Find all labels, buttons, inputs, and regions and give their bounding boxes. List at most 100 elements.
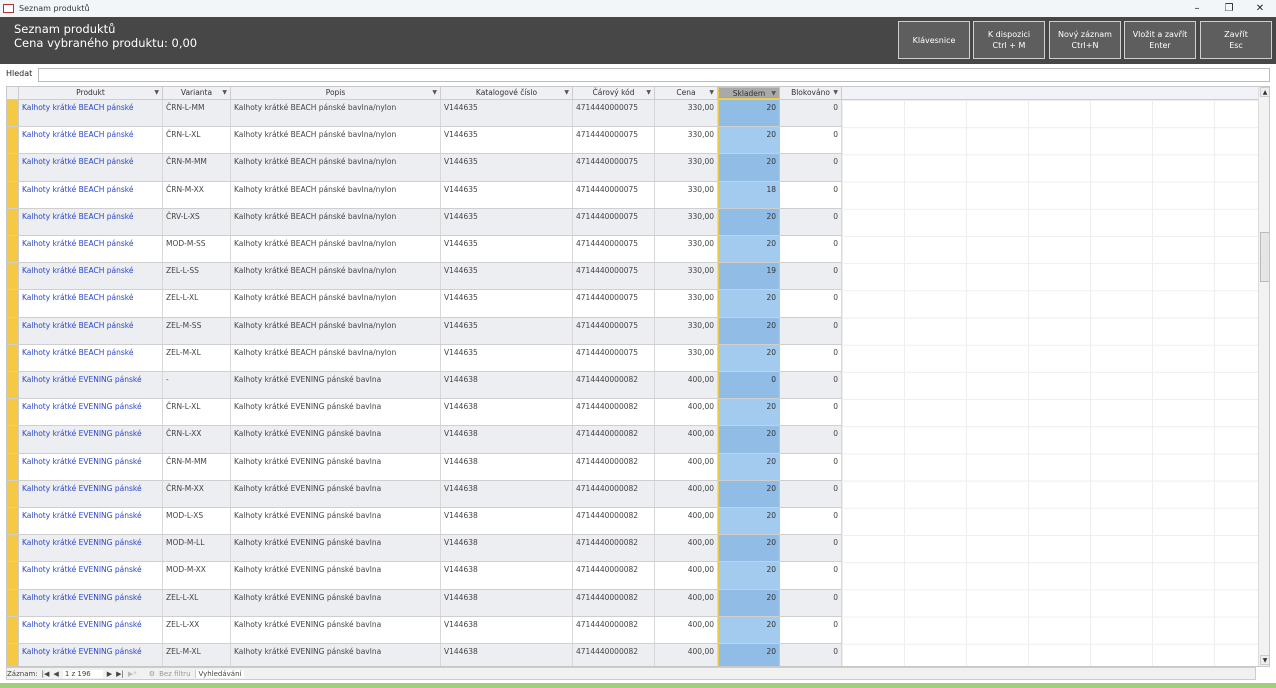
cell-produkt[interactable]: Kalhoty krátké BEACH pánské [19,344,163,371]
next-record-icon[interactable]: ▶ [107,670,112,678]
select-all[interactable] [7,87,19,99]
cell-skladem[interactable]: 18 [718,181,780,208]
cell-carovy-kod[interactable]: 4714440000075 [573,127,655,154]
table-row[interactable]: Kalhoty krátké EVENING pánské ČRN-M-MM Kal… [7,453,842,481]
cell-skladem[interactable]: 20 [718,453,780,480]
cell-cena[interactable]: 330,00 [655,154,718,181]
cell-produkt[interactable]: Kalhoty krátké BEACH pánské [19,263,163,290]
cell-produkt[interactable]: Kalhoty krátké EVENING pánské [19,535,163,562]
cell-carovy-kod[interactable]: 4714440000082 [573,616,655,643]
restore-icon[interactable]: ❐ [1214,0,1244,17]
cell-cena[interactable]: 330,00 [655,127,718,154]
cell-carovy-kod[interactable]: 4714440000075 [573,317,655,344]
cell-cena[interactable]: 330,00 [655,317,718,344]
row-selector[interactable] [7,480,19,507]
cell-varianta[interactable]: ČRN-M-XX [163,480,231,507]
insert-and-close-button[interactable]: Vložit a zavřít Enter [1124,21,1196,59]
table-row[interactable]: Kalhoty krátké EVENING pánské ZEL-L-XX Kal… [7,616,842,644]
cell-skladem[interactable]: 20 [718,480,780,507]
available-button[interactable]: K dispozici Ctrl + M [973,21,1045,59]
cell-produkt[interactable]: Kalhoty krátké EVENING pánské [19,372,163,399]
cell-varianta[interactable]: ZEL-L-SS [163,263,231,290]
cell-katalog[interactable]: V144638 [441,426,573,453]
cell-katalog[interactable]: V144638 [441,562,573,589]
cell-katalog[interactable]: V144638 [441,508,573,535]
cell-popis[interactable]: Kalhoty krátké BEACH pánské bavlna/nylon [231,127,441,154]
cell-katalog[interactable]: V144638 [441,535,573,562]
cell-katalog[interactable]: V144638 [441,589,573,616]
cell-varianta[interactable]: MOD-M-SS [163,236,231,263]
cell-varianta[interactable]: - [163,372,231,399]
cell-carovy-kod[interactable]: 4714440000082 [573,399,655,426]
cell-varianta[interactable]: ČRN-L-XX [163,426,231,453]
cell-cena[interactable]: 400,00 [655,480,718,507]
table-row[interactable]: Kalhoty krátké BEACH pánské ČRN-M-XX Kalho… [7,181,842,209]
cell-katalog[interactable]: V144635 [441,208,573,235]
cell-blokovano[interactable]: 0 [780,426,842,453]
cell-skladem[interactable]: 20 [718,290,780,317]
cell-popis[interactable]: Kalhoty krátké EVENING pánské bavlna [231,616,441,643]
cell-skladem[interactable]: 20 [718,399,780,426]
cell-cena[interactable]: 330,00 [655,263,718,290]
cell-varianta[interactable]: ZEL-M-XL [163,344,231,371]
cell-popis[interactable]: Kalhoty krátké EVENING pánské bavlna [231,372,441,399]
table-row[interactable]: Kalhoty krátké EVENING pánské MOD-M-LL Kal… [7,535,842,563]
cell-varianta[interactable]: MOD-M-LL [163,535,231,562]
cell-skladem[interactable]: 20 [718,562,780,589]
cell-popis[interactable]: Kalhoty krátké BEACH pánské bavlna/nylon [231,236,441,263]
filter-icon[interactable]: ⚙ [149,670,155,678]
cell-katalog[interactable]: V144635 [441,181,573,208]
cell-carovy-kod[interactable]: 4714440000082 [573,589,655,616]
cell-carovy-kod[interactable]: 4714440000082 [573,535,655,562]
row-selector[interactable] [7,562,19,589]
cell-produkt[interactable]: Kalhoty krátké BEACH pánské [19,208,163,235]
row-selector[interactable] [7,372,19,399]
cell-katalog[interactable]: V144635 [441,154,573,181]
cell-katalog[interactable]: V144638 [441,616,573,643]
sort-filter-dropdown-icon[interactable]: ▼ [709,87,714,99]
minimize-icon[interactable]: – [1182,0,1212,17]
cell-katalog[interactable]: V144635 [441,236,573,263]
cell-popis[interactable]: Kalhoty krátké BEACH pánské bavlna/nylon [231,100,441,127]
cell-produkt[interactable]: Kalhoty krátké EVENING pánské [19,399,163,426]
cell-cena[interactable]: 400,00 [655,453,718,480]
row-selector[interactable] [7,263,19,290]
cell-carovy-kod[interactable]: 4714440000082 [573,372,655,399]
table-row[interactable]: Kalhoty krátké EVENING pánské ZEL-M-XL Kal… [7,644,842,666]
row-selector[interactable] [7,127,19,154]
new-record-icon[interactable]: ▶* [128,670,137,678]
cell-varianta[interactable]: ZEL-L-XX [163,616,231,643]
cell-katalog[interactable]: V144635 [441,100,573,127]
cell-popis[interactable]: Kalhoty krátké BEACH pánské bavlna/nylon [231,154,441,181]
row-selector[interactable] [7,290,19,317]
sort-filter-dropdown-icon[interactable]: ▼ [646,87,651,99]
cell-carovy-kod[interactable]: 4714440000075 [573,344,655,371]
cell-katalog[interactable]: V144638 [441,372,573,399]
no-filter-button[interactable]: Bez filtru [159,670,190,678]
cell-carovy-kod[interactable]: 4714440000075 [573,290,655,317]
cell-popis[interactable]: Kalhoty krátké EVENING pánské bavlna [231,589,441,616]
cell-blokovano[interactable]: 0 [780,263,842,290]
cell-katalog[interactable]: V144638 [441,644,573,666]
cell-produkt[interactable]: Kalhoty krátké BEACH pánské [19,236,163,263]
table-row[interactable]: Kalhoty krátké EVENING pánské MOD-M-XX Kal… [7,562,842,590]
record-position[interactable]: 1 z 196 [62,669,103,678]
cell-varianta[interactable]: MOD-L-XS [163,508,231,535]
new-record-button[interactable]: Nový záznam Ctrl+N [1049,21,1121,59]
cell-cena[interactable]: 330,00 [655,344,718,371]
cell-katalog[interactable]: V144638 [441,453,573,480]
cell-popis[interactable]: Kalhoty krátké BEACH pánské bavlna/nylon [231,344,441,371]
cell-carovy-kod[interactable]: 4714440000075 [573,154,655,181]
row-selector[interactable] [7,616,19,643]
cell-produkt[interactable]: Kalhoty krátké EVENING pánské [19,453,163,480]
close-icon[interactable]: ✕ [1245,0,1275,17]
cell-skladem[interactable]: 20 [718,236,780,263]
cell-cena[interactable]: 330,00 [655,181,718,208]
cell-skladem[interactable]: 20 [718,100,780,127]
table-row[interactable]: Kalhoty krátké BEACH pánské ZEL-M-SS Kalho… [7,317,842,345]
table-row[interactable]: Kalhoty krátké BEACH pánské ČRV-L-XS Kalho… [7,208,842,236]
cell-varianta[interactable]: ČRN-M-MM [163,154,231,181]
column-header-carovy-kod[interactable]: Čárový kód ▼ [573,87,655,99]
cell-produkt[interactable]: Kalhoty krátké EVENING pánské [19,589,163,616]
cell-blokovano[interactable]: 0 [780,508,842,535]
